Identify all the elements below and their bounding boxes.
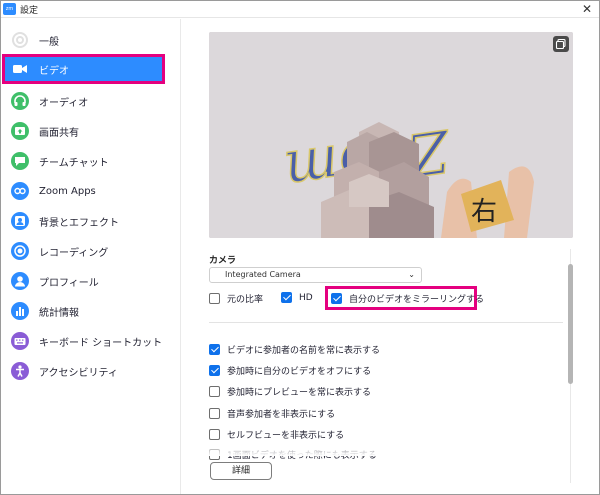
camera-select[interactable]: Integrated Camera ⌄ <box>209 267 422 283</box>
checkbox-box <box>209 408 220 419</box>
checkbox-label: 参加時に自分のビデオをオフにする <box>227 367 372 377</box>
checkbox-box <box>331 293 342 304</box>
gear-icon <box>11 31 29 49</box>
sidebar-item-video[interactable]: ビデオ <box>2 54 165 84</box>
hide-audio-participants-checkbox[interactable]: 音声参加者を非表示にする <box>209 407 335 420</box>
sidebar-item-label: レコーディング <box>39 247 109 259</box>
sidebar-item-recording[interactable]: レコーディング <box>9 236 173 266</box>
checkbox-label: 参加時にプレビューを常に表示する <box>227 388 372 398</box>
chat-icon <box>11 152 29 170</box>
sidebar-item-label: アクセシビリティ <box>39 367 118 379</box>
scrollbar[interactable] <box>568 249 573 483</box>
camera-preview: Zoom 右 <box>209 32 573 238</box>
sidebar-item-label: 一般 <box>39 36 59 48</box>
sidebar-item-label: Zoom Apps <box>39 185 96 197</box>
checkbox-box <box>281 292 292 303</box>
sidebar-item-zoom-apps[interactable]: Zoom Apps <box>9 176 173 206</box>
sidebar-item-share-screen[interactable]: 画面共有 <box>9 116 173 146</box>
profile-icon <box>11 272 29 290</box>
statistics-icon <box>11 302 29 320</box>
sidebar-item-audio[interactable]: オーディオ <box>9 86 173 116</box>
sidebar-item-background-effects[interactable]: 背景とエフェクト <box>9 206 173 236</box>
video-camera-icon <box>11 60 29 78</box>
close-button[interactable]: ✕ <box>579 1 595 17</box>
mirror-video-checkbox[interactable]: 自分のビデオをミラーリングする <box>331 292 484 305</box>
sidebar-item-accessibility[interactable]: アクセシビリティ <box>9 356 173 386</box>
checkbox-box <box>209 365 220 376</box>
sidebar-item-statistics[interactable]: 統計情報 <box>9 296 173 326</box>
record-icon <box>11 242 29 260</box>
turn-off-video-checkbox[interactable]: 参加時に自分のビデオをオフにする <box>209 364 371 377</box>
svg-text:右: 右 <box>471 197 497 227</box>
checkbox-label: 音声参加者を非表示にする <box>227 410 336 420</box>
sidebar-item-label: ビデオ <box>39 65 69 77</box>
checkbox-box <box>209 293 220 304</box>
original-ratio-label: 元の比率 <box>227 295 264 305</box>
keyboard-icon <box>11 332 29 350</box>
original-ratio-checkbox[interactable]: 元の比率 <box>209 292 263 305</box>
scrollbar-thumb[interactable] <box>568 264 573 384</box>
settings-sidebar: 一般 ビデオ オーディオ 画面共有 チームチャット Zoom Apps 背景とエ… <box>1 19 181 494</box>
chevron-down-icon: ⌄ <box>408 270 415 279</box>
checkbox-box <box>209 344 220 355</box>
sidebar-item-label: キーボード ショートカット <box>39 337 163 349</box>
checkbox-box <box>209 429 220 440</box>
sidebar-item-general[interactable]: 一般 <box>9 25 173 55</box>
sidebar-item-label: チームチャット <box>39 157 109 169</box>
expand-preview-button[interactable] <box>553 36 569 52</box>
camera-selected-value: Integrated Camera <box>225 270 301 279</box>
video-settings-panel: Zoom 右 <box>182 19 599 494</box>
headphones-icon <box>11 92 29 110</box>
sidebar-item-label: プロフィール <box>39 277 99 289</box>
sidebar-item-keyboard-shortcuts[interactable]: キーボード ショートカット <box>9 326 173 356</box>
sidebar-item-label: オーディオ <box>39 97 89 109</box>
mirror-video-label: 自分のビデオをミラーリングする <box>349 295 485 305</box>
settings-window: zm 設定 ✕ 一般 ビデオ オーディオ 画面共有 チームチャット Zoom A… <box>0 0 600 495</box>
always-preview-checkbox[interactable]: 参加時にプレビューを常に表示する <box>209 385 371 398</box>
sidebar-item-label: 統計情報 <box>39 307 79 319</box>
checkbox-label: セルフビューを非表示にする <box>227 431 345 441</box>
title-bar: zm 設定 ✕ <box>1 1 599 18</box>
background-effects-icon <box>11 212 29 230</box>
share-screen-icon <box>11 122 29 140</box>
sidebar-item-label: 背景とエフェクト <box>39 217 119 229</box>
hide-self-view-checkbox[interactable]: セルフビューを非表示にする <box>209 428 344 441</box>
hd-checkbox[interactable]: HD <box>281 292 313 303</box>
checkbox-box <box>209 386 220 397</box>
hd-label: HD <box>299 292 313 303</box>
sidebar-item-label: 画面共有 <box>39 127 79 139</box>
zoom-logo-icon: zm <box>3 3 16 15</box>
sidebar-item-team-chat[interactable]: チームチャット <box>9 146 173 176</box>
scroll-fade <box>182 444 562 456</box>
sidebar-item-profile[interactable]: プロフィール <box>9 266 173 296</box>
checkbox-label: ビデオに参加者の名前を常に表示する <box>227 346 381 356</box>
accessibility-icon <box>11 362 29 380</box>
camera-label: カメラ <box>209 256 237 266</box>
section-divider <box>209 322 563 323</box>
show-names-checkbox[interactable]: ビデオに参加者の名前を常に表示する <box>209 343 380 356</box>
apps-icon <box>11 182 29 200</box>
window-title: 設定 <box>20 6 39 16</box>
advanced-button[interactable]: 詳細 <box>210 462 272 480</box>
